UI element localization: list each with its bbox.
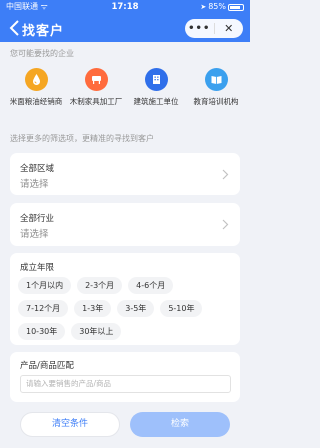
book-icon	[204, 68, 228, 91]
location-icon: ➤	[200, 3, 207, 11]
suggested-hint: 您可能要找的企业	[10, 49, 74, 58]
founded-chip[interactable]: 4-6个月	[128, 277, 174, 294]
shortcut-label: 木制家具加工厂	[69, 97, 123, 106]
founded-years-card: 成立年限 1个月以内 2-3个月 4-6个月 7-12个月 1-3年 3-5年 …	[10, 253, 240, 345]
chip-row: 10-30年 30年以上	[18, 323, 238, 340]
chevron-right-icon	[222, 219, 229, 230]
shortcut-education[interactable]: 教育培训机构	[186, 68, 246, 107]
founded-chips: 1个月以内 2-3个月 4-6个月 7-12个月 1-3年 3-5年 5-10年…	[18, 277, 238, 346]
founded-chip[interactable]: 2-3个月	[77, 277, 123, 294]
product-match-card: 产品/商品匹配 请输入要销售的产品/商品	[10, 352, 240, 402]
search-button[interactable]: 检索	[130, 412, 230, 437]
founded-chip[interactable]: 3-5年	[117, 300, 155, 317]
region-selector[interactable]: 全部区域 请选择	[10, 153, 240, 195]
shortcut-construction[interactable]: 建筑施工单位	[126, 68, 186, 107]
battery-fill	[230, 5, 241, 9]
shortcut-grain-oil[interactable]: 米面粮油经销商	[6, 68, 66, 107]
close-button[interactable]: ✕	[215, 22, 244, 35]
founded-chip[interactable]: 30年以上	[71, 323, 122, 340]
founded-chip[interactable]: 10-30年	[18, 323, 66, 340]
industry-value: 请选择	[20, 229, 49, 240]
region-title: 全部区域	[20, 164, 55, 174]
region-value: 请选择	[20, 179, 49, 190]
product-title: 产品/商品匹配	[20, 361, 74, 371]
product-input[interactable]: 请输入要销售的产品/商品	[20, 375, 231, 393]
founded-chip[interactable]: 1-3年	[74, 300, 112, 317]
furniture-icon	[84, 68, 108, 91]
battery-indicator: ➤ 85%	[200, 0, 244, 14]
founded-chip[interactable]: 1个月以内	[18, 277, 72, 294]
mini-program-capsule: ••• ✕	[185, 19, 243, 38]
shortcut-label: 米面粮油经销商	[9, 97, 63, 106]
chip-row: 1个月以内 2-3个月 4-6个月	[18, 277, 238, 294]
more-menu-button[interactable]: •••	[185, 23, 214, 34]
building-icon	[144, 68, 168, 91]
page-title: 找客户	[22, 24, 65, 39]
chip-row: 7-12个月 1-3年 3-5年 5-10年	[18, 300, 238, 317]
top-bar: 中国联通 ᯤ 17:18 ➤ 85% 找客户 ••• ✕	[0, 0, 250, 42]
filter-hint: 选择更多的筛选项，更精准的寻找到客户	[10, 134, 154, 143]
industry-selector[interactable]: 全部行业 请选择	[10, 203, 240, 246]
founded-title: 成立年限	[20, 263, 55, 273]
battery-percent: 85%	[208, 2, 226, 11]
back-arrow-icon[interactable]	[8, 19, 22, 37]
nav-bar: 找客户 ••• ✕	[0, 15, 250, 42]
oil-drop-icon	[24, 68, 48, 91]
status-bar: 中国联通 ᯤ 17:18 ➤ 85%	[0, 0, 250, 14]
suggested-categories: 米面粮油经销商 木制家具加工厂 建筑施工单位 教育培训机构	[6, 68, 246, 107]
chevron-right-icon	[222, 169, 229, 180]
shortcut-furniture[interactable]: 木制家具加工厂	[66, 68, 126, 107]
shortcut-label: 建筑施工单位	[133, 97, 179, 106]
battery-icon	[228, 3, 244, 11]
industry-title: 全部行业	[20, 214, 55, 224]
founded-chip[interactable]: 7-12个月	[18, 300, 69, 317]
clear-filters-button[interactable]: 清空条件	[20, 412, 120, 437]
founded-chip[interactable]: 5-10年	[160, 300, 203, 317]
shortcut-label: 教育培训机构	[193, 97, 239, 106]
